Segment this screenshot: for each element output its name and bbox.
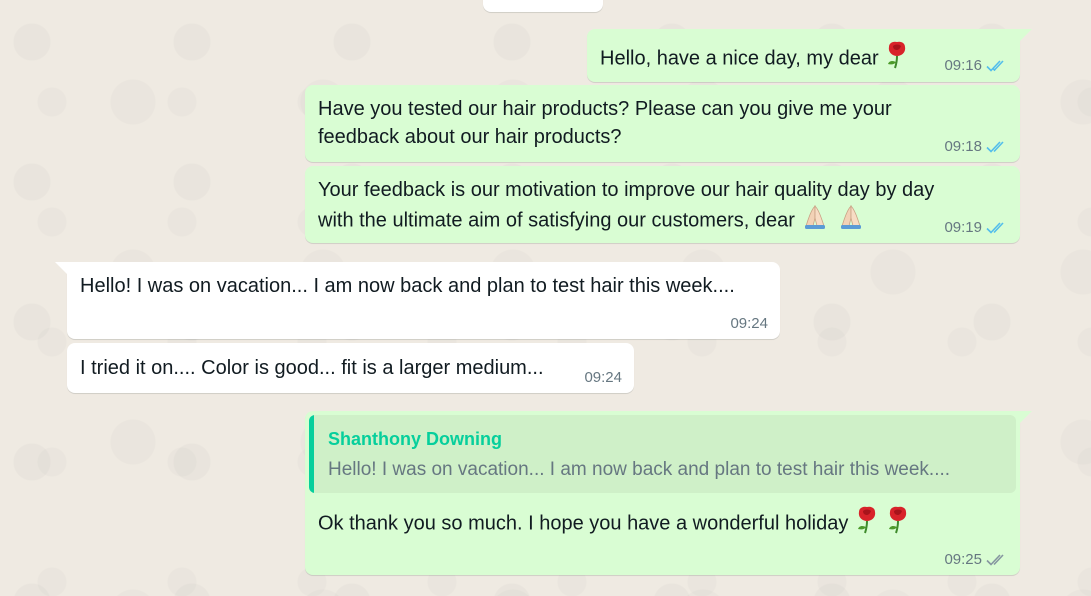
message-text-line-1: Have you tested our hair products? Pleas… <box>318 98 892 120</box>
double-check-read-icon <box>986 221 1008 235</box>
message-bubble-outgoing[interactable]: Hello, have a nice day, my dear 09:16 <box>587 29 1032 82</box>
message-bubble-outgoing-reply[interactable]: Shanthony Downing Hello! I was on vacati… <box>305 411 1032 575</box>
quoted-text: Hello! I was on vacation... I am now bac… <box>328 459 951 480</box>
rose-emoji <box>885 506 911 542</box>
message-line: Ok thank you so much. I hope you have a … <box>318 512 849 535</box>
message-text: I tried it on.... Color is good... fit i… <box>80 357 544 379</box>
bubble-tail <box>55 262 67 274</box>
quoted-author: Shanthony Downing <box>328 429 502 449</box>
message-line: with the ultimate aim of satisfying our … <box>318 209 795 232</box>
message-bubble-incoming[interactable]: Hello! I was on vacation... I am now bac… <box>55 262 780 339</box>
double-check-read-icon <box>986 59 1008 73</box>
message-meta: 09:24 <box>584 369 622 387</box>
double-check-read-icon <box>986 140 1008 154</box>
message-time: 09:25 <box>944 551 982 568</box>
double-check-delivered-icon <box>986 553 1008 567</box>
rose-emoji <box>854 506 880 542</box>
message-line: Hello, have a nice day, my dear <box>600 47 879 70</box>
message-time: 09:19 <box>944 219 982 236</box>
message-time: 09:24 <box>584 369 622 386</box>
message-time: 09:24 <box>730 315 768 332</box>
message-meta: 09:16 <box>944 57 1008 75</box>
message-meta: 09:24 <box>730 315 768 333</box>
rose-emoji <box>884 41 910 77</box>
quoted-message[interactable]: Shanthony Downing Hello! I was on vacati… <box>309 415 1016 493</box>
message-meta: 09:19 <box>944 219 1008 237</box>
message-bubble-incoming[interactable]: I tried it on.... Color is good... fit i… <box>67 343 634 393</box>
bubble-tail <box>1020 29 1032 41</box>
message-text-line-2: feedback about our hair products? <box>318 126 622 148</box>
message-time: 09:18 <box>944 138 982 155</box>
chat-panel[interactable]: Hello, have a nice day, my dear 09:16 Ha… <box>0 0 1091 596</box>
message-text: Hello, have a nice day, my dear <box>600 41 910 77</box>
message-text-line-2: with the ultimate aim of satisfying our … <box>318 204 866 238</box>
message-text: Hello! I was on vacation... I am now bac… <box>80 275 735 297</box>
message-time: 09:16 <box>944 57 982 74</box>
message-text: Ok thank you so much. I hope you have a … <box>318 506 911 542</box>
message-meta: 09:25 <box>944 551 1008 569</box>
message-text-line-1: Your feedback is our motivation to impro… <box>318 179 935 201</box>
message-bubble-outgoing[interactable]: Your feedback is our motivation to impro… <box>305 166 1020 243</box>
folded-hands-emoji <box>800 204 830 238</box>
quote-accent-bar <box>309 415 314 493</box>
folded-hands-emoji <box>836 204 866 238</box>
bubble-tail <box>1020 411 1032 423</box>
message-bubble-outgoing[interactable]: Have you tested our hair products? Pleas… <box>305 85 1020 162</box>
previous-message-bubble[interactable] <box>483 0 603 12</box>
message-meta: 09:18 <box>944 138 1008 156</box>
